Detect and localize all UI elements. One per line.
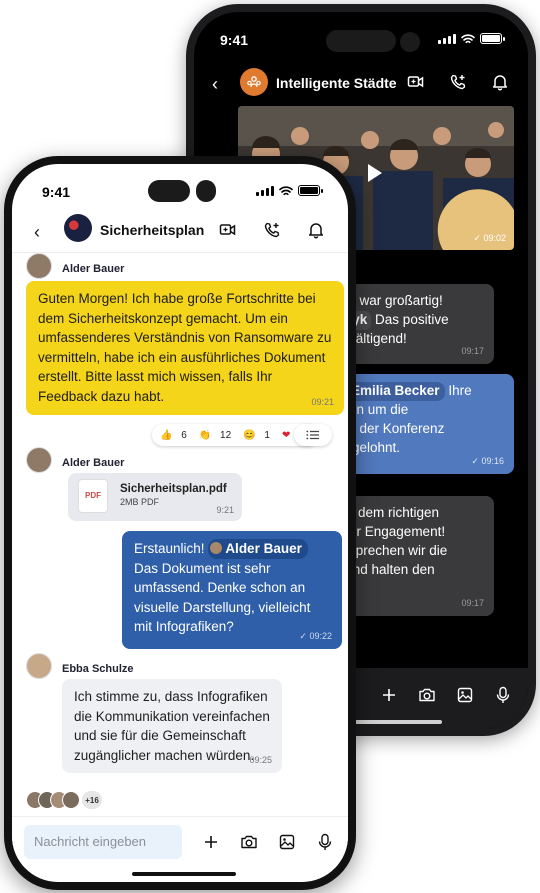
stage: 9:41 ‹ Intelligente Städte ✓ 09:02 enz w… <box>0 0 540 893</box>
reaction-thumbs-up[interactable]: 👍 6 <box>160 430 193 441</box>
message-text: Auf dem richtigen <box>334 505 440 520</box>
camera-dot <box>400 32 420 52</box>
message-text: euer Engagement! <box>334 523 446 539</box>
reaction-smile[interactable]: 😊 1 <box>243 430 276 441</box>
status-indicators <box>256 185 323 196</box>
thread-button[interactable] <box>294 424 332 446</box>
message-time: 09:17 <box>461 346 484 357</box>
sender-name[interactable]: Ebba Schulze <box>62 663 134 675</box>
camera-icon[interactable] <box>240 833 258 851</box>
video-time: ✓ 09:02 <box>473 233 506 243</box>
composer: Nachricht eingeben <box>12 816 348 868</box>
signal-icon <box>256 185 274 196</box>
list-icon <box>306 430 319 440</box>
plus-icon[interactable] <box>202 833 220 851</box>
home-indicator <box>342 720 442 724</box>
dynamic-island <box>326 30 396 52</box>
read-receipts[interactable]: +16 <box>26 791 102 809</box>
dynamic-island <box>148 180 190 202</box>
plus-icon[interactable] <box>380 686 398 704</box>
message-text: Erstaunlich! Alder Bauer Das Dokument is… <box>134 539 311 635</box>
status-indicators <box>438 33 505 44</box>
group-avatar[interactable] <box>240 68 268 96</box>
camera-dot <box>196 180 216 202</box>
chat-header: ‹ Sicherheitsplan <box>12 210 348 250</box>
message-text: Emilia Becker Ihre <box>334 382 504 401</box>
pdf-file-icon: PDF <box>78 479 108 513</box>
status-time: 9:41 <box>42 184 71 200</box>
chat-title[interactable]: Intelligente Städte <box>276 75 397 91</box>
composer-actions <box>380 686 512 704</box>
message-text: enz war großartig! <box>334 293 443 308</box>
message-time: 09:25 <box>249 754 272 765</box>
image-icon[interactable] <box>278 833 296 851</box>
group-icon <box>247 76 261 88</box>
message-bubble[interactable]: Ich stimme zu, dass Infografiken die Kom… <box>62 679 282 773</box>
wifi-icon <box>279 185 293 196</box>
battery-icon <box>298 185 323 196</box>
back-icon[interactable]: ‹ <box>212 74 218 95</box>
message-text: tion der Konferenz <box>334 420 445 436</box>
back-icon[interactable]: ‹ <box>34 222 40 243</box>
header-actions <box>406 72 510 92</box>
composer-actions <box>202 833 334 851</box>
message-text: besprechen wir die <box>334 542 448 558</box>
avatar[interactable] <box>26 253 52 279</box>
file-attachment[interactable]: PDF Sicherheitsplan.pdf 2MB PDF 9:21 <box>68 473 242 521</box>
group-avatar[interactable] <box>64 214 92 242</box>
message-time: ✓ 09:22 <box>299 630 332 641</box>
message-input[interactable]: Nachricht eingeben <box>24 825 182 859</box>
add-call-icon[interactable] <box>448 72 468 92</box>
readers-more[interactable]: +16 <box>82 791 102 809</box>
battery-icon <box>480 33 505 44</box>
avatar[interactable] <box>26 447 52 473</box>
sender-name[interactable]: Alder Bauer <box>62 457 124 469</box>
message-text: Guten Morgen! Ich habe große Fortschritt… <box>38 291 332 404</box>
file-meta: 2MB PDF <box>120 497 160 507</box>
message-text: e und halten den <box>334 561 435 577</box>
message-text: czyk Das positive <box>334 310 484 330</box>
avatar <box>210 542 223 554</box>
video-call-icon[interactable] <box>218 220 238 240</box>
camera-icon[interactable] <box>418 686 436 704</box>
message-bubble-own[interactable]: Erstaunlich! Alder Bauer Das Dokument is… <box>122 531 342 649</box>
video-call-icon[interactable] <box>406 72 426 92</box>
reaction-clap[interactable]: 👏 12 <box>199 430 237 441</box>
message-text: Ich stimme zu, dass Infografiken die Kom… <box>74 689 270 763</box>
avatar <box>62 791 80 809</box>
message-time: 09:17 <box>461 598 484 609</box>
chat-title[interactable]: Sicherheitsplan <box>100 222 204 238</box>
avatar[interactable] <box>26 653 52 679</box>
play-icon[interactable] <box>368 164 382 182</box>
wifi-icon <box>461 33 475 44</box>
bell-icon[interactable] <box>306 220 326 240</box>
message-time: 09:21 <box>311 396 334 407</box>
home-indicator <box>132 872 236 876</box>
front-screen: 9:41 ‹ Sicherheitsplan Alder Bauer Guten… <box>12 164 348 882</box>
sender-name[interactable]: Alder Bauer <box>62 263 124 275</box>
message-bubble[interactable]: Guten Morgen! Ich habe große Fortschritt… <box>26 281 344 415</box>
chat-area: Alder Bauer Guten Morgen! Ich habe große… <box>12 253 348 813</box>
signal-icon <box>438 33 456 44</box>
microphone-icon[interactable] <box>494 686 512 704</box>
status-time: 9:41 <box>220 32 249 48</box>
message-text: ngen um die <box>334 401 409 417</box>
chat-header: ‹ Intelligente Städte <box>194 64 528 104</box>
phone-front: 9:41 ‹ Sicherheitsplan Alder Bauer Guten… <box>4 156 356 890</box>
message-time: 9:21 <box>216 504 234 515</box>
add-call-icon[interactable] <box>262 220 282 240</box>
mention-chip[interactable]: Alder Bauer <box>208 539 308 559</box>
bell-icon[interactable] <box>490 72 510 92</box>
image-icon[interactable] <box>456 686 474 704</box>
microphone-icon[interactable] <box>316 833 334 851</box>
message-time: ✓ 09:16 <box>471 456 504 467</box>
header-actions <box>218 220 326 240</box>
